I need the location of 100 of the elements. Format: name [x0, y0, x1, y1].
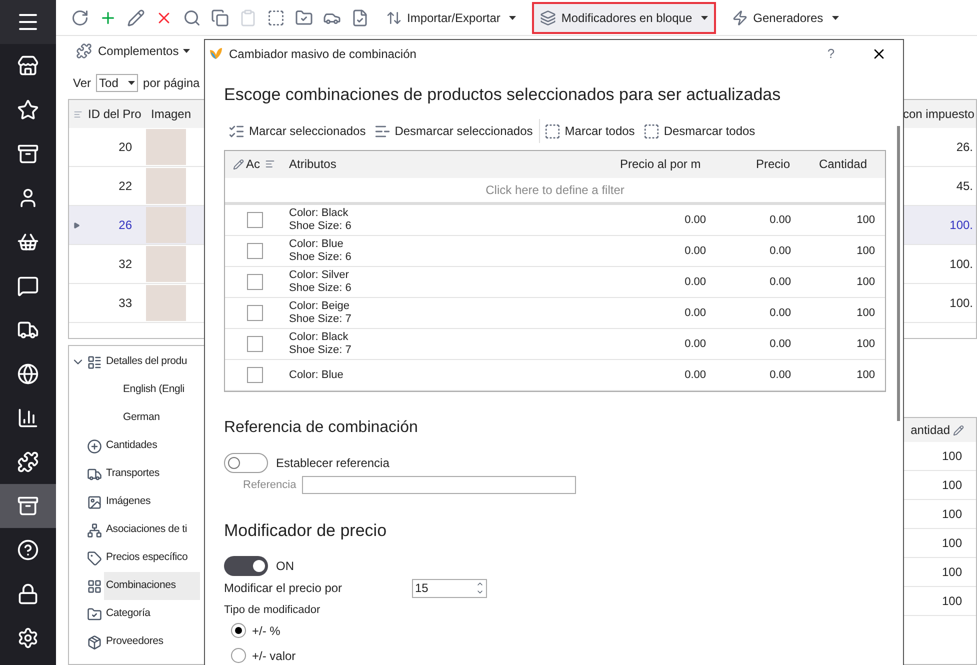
filter-row[interactable]: Click here to define a filter	[225, 178, 885, 205]
caret-icon	[701, 16, 708, 20]
table-cell-text: 100	[856, 368, 876, 383]
layers-icon	[540, 10, 556, 26]
clipboard-icon	[239, 8, 257, 26]
tree-item[interactable]: Categoría	[104, 600, 152, 628]
archive-icon	[17, 495, 39, 517]
page-size-dropdown[interactable]: Tod	[96, 74, 138, 92]
column-header[interactable]: Precio	[720, 155, 798, 174]
menu-button[interactable]	[0, 0, 56, 44]
list-icon	[87, 354, 102, 370]
table-cell-text: 100.	[948, 256, 974, 273]
table-cell-text: 0.00	[684, 212, 706, 228]
image-icon	[87, 494, 102, 510]
table-cell-text: Color: Black Shoe Size: 7	[288, 331, 352, 357]
table-cell-text: 0.00	[684, 274, 706, 290]
scrollbar-thumb[interactable]	[897, 126, 900, 421]
table-cell-text: 22	[118, 178, 132, 195]
help-button[interactable]: ?	[821, 44, 841, 64]
toolbar-action[interactable]: Desmarcar seleccionados	[370, 119, 537, 143]
leaf-logo-icon	[209, 47, 223, 61]
radio-button[interactable]	[231, 648, 246, 663]
tree-item[interactable]: Detalles del produ	[104, 348, 190, 376]
section-heading: Referencia de combinación	[224, 418, 419, 438]
column-header[interactable]: Imagen	[146, 105, 206, 123]
table-cell-text: 20	[118, 139, 132, 156]
grid-icon	[87, 578, 102, 594]
caret-icon	[182, 49, 190, 53]
caret-icon	[128, 81, 136, 85]
table-cell-text: 0.00	[684, 368, 706, 383]
table-cell-text: 33	[118, 295, 132, 312]
column-header[interactable]: Atributos	[285, 155, 620, 174]
row-pointer-icon	[72, 222, 80, 228]
toolbar-menu[interactable]: Importar/Exportar	[378, 2, 524, 34]
checkbox[interactable]	[247, 212, 263, 228]
star-icon	[17, 99, 39, 121]
checkbox[interactable]	[247, 367, 263, 383]
table-cell-text: 100	[856, 212, 876, 228]
tree-item[interactable]: Transportes	[104, 460, 162, 488]
tree-item[interactable]: Imágenes	[104, 488, 153, 516]
column-menu-icon	[73, 110, 83, 118]
table-cell-text: 0.00	[684, 336, 706, 352]
store-icon	[17, 55, 39, 77]
table-cell-text: 100	[856, 244, 876, 259]
table-cell-text: Color: Black Shoe Size: 6	[288, 207, 352, 233]
caret-icon	[832, 16, 840, 20]
radio-button[interactable]	[231, 623, 246, 638]
field-label: Referencia	[243, 478, 298, 493]
pencil-icon	[953, 424, 964, 436]
spin-up-icon[interactable]	[476, 580, 484, 588]
amount-spinner[interactable]: 15	[412, 578, 487, 598]
basket-icon	[17, 231, 39, 253]
tree-item[interactable]: Cantidades	[104, 432, 160, 460]
toolbar-action[interactable]: Marcar seleccionados	[224, 119, 370, 143]
toolbar-action[interactable]: Desmarcar todos	[638, 119, 760, 143]
table-cell-text: 0.00	[684, 244, 706, 259]
table-cell-text: 32	[118, 256, 132, 273]
reference-field[interactable]	[302, 476, 576, 494]
photo-placeholder	[146, 207, 186, 243]
search-icon	[183, 8, 201, 26]
truck-icon	[87, 466, 102, 482]
tree-item[interactable]: Precios específico	[104, 544, 190, 572]
tree-item[interactable]: Proveedores	[104, 628, 166, 656]
table-cell-text: 45.	[955, 178, 974, 195]
table-cell-text: 0.00	[684, 306, 706, 321]
table-cell-text: Color: Silver Shoe Size: 6	[288, 269, 352, 295]
toggle-label: ON	[276, 558, 294, 574]
toggle-switch[interactable]	[224, 556, 268, 576]
table-cell-text: 0.00	[768, 306, 791, 321]
table-cell-text: 0.00	[768, 274, 791, 290]
table-cell-text: 0.00	[768, 212, 791, 228]
table-cell-text: 100	[856, 306, 876, 321]
toggle-switch[interactable]	[224, 453, 268, 473]
photo-placeholder	[146, 285, 186, 321]
photo-placeholder	[146, 168, 186, 204]
network-icon	[87, 522, 102, 538]
toolbar-menu[interactable]: Modificadores en bloque	[532, 2, 716, 34]
dialog-heading: Escoge combinaciones de productos seleccionados para ser actualizadas	[224, 84, 782, 104]
checkbox[interactable]	[247, 305, 263, 321]
photo-placeholder	[146, 246, 186, 282]
toggle-label: Establecer referencia	[276, 455, 390, 472]
column-header[interactable]: ID del Pro	[83, 105, 146, 123]
checkbox[interactable]	[247, 243, 263, 259]
module-menu[interactable]: Complementos	[98, 42, 190, 60]
tag-icon	[87, 550, 102, 566]
column-header[interactable]: Cantidad	[798, 155, 876, 174]
toolbar-action[interactable]: Marcar todos	[538, 119, 639, 143]
bar-chart-icon	[17, 407, 39, 429]
folder-check-icon	[295, 8, 313, 26]
tree-item[interactable]: Combinaciones	[104, 572, 200, 600]
spin-down-icon[interactable]	[476, 588, 484, 596]
checkbox[interactable]	[247, 274, 263, 290]
sidebar-item[interactable]	[0, 484, 56, 528]
column-header[interactable]: Precio al por m	[620, 155, 720, 174]
toolbar-menu[interactable]: Generadores	[724, 2, 848, 34]
column-header[interactable]: con impuesto	[902, 105, 976, 123]
column-header[interactable]: Ac	[246, 155, 260, 174]
checkbox[interactable]	[247, 336, 263, 352]
dashed-square-icon	[642, 122, 660, 140]
tree-item[interactable]: Asociaciones de ti	[104, 516, 190, 544]
